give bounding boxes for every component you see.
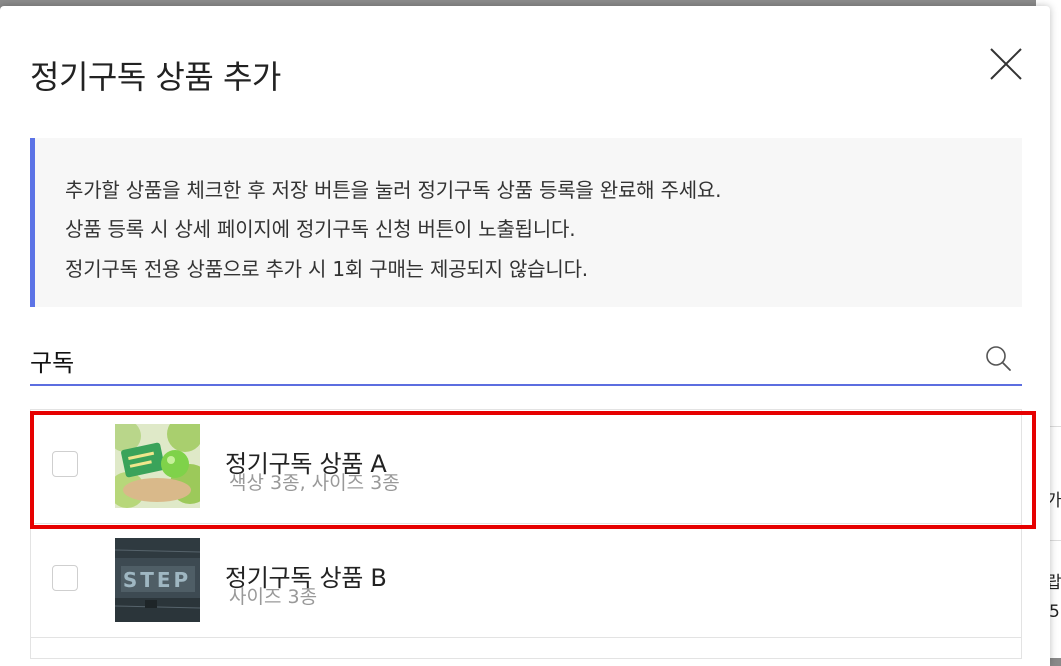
modal-title: 정기구독 상품 추가 xyxy=(30,58,281,96)
search-bar xyxy=(30,338,1022,386)
product-row[interactable] xyxy=(30,638,1022,659)
notice-box: 추가할 상품을 체크한 후 저장 버튼을 눌러 정기구독 상품 등록을 완료해 … xyxy=(30,138,1022,307)
product-checkbox[interactable] xyxy=(52,451,78,477)
product-list: 정기구독 상품 A 색상 3종, 사이즈 3종 STEP 정기구독 상품 B 사… xyxy=(30,409,1022,659)
product-row[interactable]: STEP 정기구독 상품 B 사이즈 3종 xyxy=(30,524,1022,638)
notice-line: 추가할 상품을 체크한 후 저장 버튼을 눌러 정기구독 상품 등록을 완료해 … xyxy=(65,178,722,202)
background-text: 5 xyxy=(1049,602,1060,622)
notice-line: 상품 등록 시 상세 페이지에 정기구독 신청 버튼이 노출됩니다. xyxy=(65,217,576,241)
search-icon xyxy=(986,346,1011,371)
close-icon xyxy=(990,48,1022,80)
product-thumbnail: STEP xyxy=(115,538,200,622)
product-row[interactable]: 정기구독 상품 A 색상 3종, 사이즈 3종 xyxy=(30,409,1022,524)
product-thumbnail xyxy=(115,424,200,508)
svg-text:STEP: STEP xyxy=(123,568,191,592)
search-button[interactable] xyxy=(984,344,1014,374)
search-input[interactable] xyxy=(30,338,960,382)
close-button[interactable] xyxy=(986,44,1026,84)
product-options: 색상 3종, 사이즈 3종 xyxy=(229,472,400,494)
notice-line: 정기구독 전용 상품으로 추가 시 1회 구매는 제공되지 않습니다. xyxy=(65,257,588,281)
product-checkbox[interactable] xyxy=(52,565,78,591)
product-options: 사이즈 3종 xyxy=(229,586,318,608)
